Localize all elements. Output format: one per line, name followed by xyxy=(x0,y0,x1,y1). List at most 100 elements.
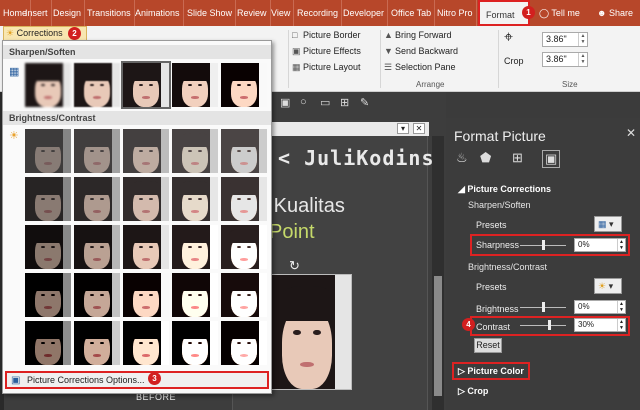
correction-thumbnail[interactable] xyxy=(172,273,218,317)
brightness-slider[interactable] xyxy=(520,302,566,312)
correction-thumbnail[interactable] xyxy=(74,177,120,221)
format-picture-pane: Format Picture ✕ ♨ ⬟ ⊞ ▣ ◢ Picture Corre… xyxy=(446,118,640,410)
correction-thumbnail[interactable] xyxy=(123,177,169,221)
picture-color-section[interactable]: ▷ Picture Color xyxy=(458,366,524,377)
pencil-icon[interactable]: ✎ xyxy=(360,96,369,109)
correction-thumbnail[interactable] xyxy=(172,129,218,173)
correction-thumbnail[interactable] xyxy=(25,273,71,317)
tab-recording[interactable]: Recording xyxy=(294,0,343,26)
slide-title-line-2[interactable]: Point xyxy=(269,221,315,244)
tell-me-box[interactable]: ◯ Tell me xyxy=(536,0,583,26)
correction-thumbnail[interactable] xyxy=(74,63,120,107)
sharpen-soften-header: Sharpen/Soften xyxy=(3,45,271,59)
correction-thumbnail[interactable] xyxy=(123,129,169,173)
tab-view[interactable]: View xyxy=(268,0,295,26)
correction-thumbnail[interactable] xyxy=(221,321,267,365)
correction-thumbnail[interactable] xyxy=(25,129,71,173)
correction-thumbnail[interactable] xyxy=(172,321,218,365)
width-input[interactable]: 3.86" ▲ ▼ xyxy=(542,52,588,67)
contrast-slider[interactable] xyxy=(520,320,566,330)
sharpness-input[interactable]: 0% ▲ ▼ xyxy=(574,238,626,252)
selected-picture[interactable] xyxy=(262,274,352,390)
brightness-input[interactable]: 0% ▲ ▼ xyxy=(574,300,626,314)
correction-thumbnail[interactable] xyxy=(25,321,71,365)
slider-knob[interactable] xyxy=(541,240,545,250)
vertical-scrollbar[interactable] xyxy=(432,136,444,410)
ribbon-separator xyxy=(288,30,289,88)
scrollbar-thumb[interactable] xyxy=(434,276,442,396)
tab-insert[interactable]: Insert xyxy=(22,0,52,26)
picture-corrections-options-item[interactable]: ▣ Picture Corrections Options... xyxy=(5,371,269,389)
correction-thumbnail[interactable] xyxy=(221,63,267,107)
bring-forward-button[interactable]: ▲ Bring Forward xyxy=(384,28,452,42)
pentagon-icon[interactable]: ⬟ xyxy=(480,150,491,166)
lasso-icon[interactable]: ○ xyxy=(300,96,307,108)
rotate-icon[interactable]: ↻ xyxy=(289,258,300,274)
tab-animations[interactable]: Animations xyxy=(132,0,184,26)
tell-me-label: Tell me xyxy=(551,8,580,18)
tab-transitions[interactable]: Transitions xyxy=(84,0,135,26)
crop-icon[interactable]: ⌖ xyxy=(504,28,513,48)
contrast-input[interactable]: 30% ▲ ▼ xyxy=(574,318,626,332)
tab-developer[interactable]: Developer xyxy=(340,0,389,26)
picture-corrections-section[interactable]: ◢ Picture Corrections xyxy=(458,184,551,195)
height-spinner[interactable]: ▲ ▼ xyxy=(578,33,587,46)
correction-thumbnail[interactable] xyxy=(123,273,169,317)
size-icon[interactable]: ⊞ xyxy=(512,150,523,166)
sharpen-presets-button[interactable]: ▦ ▾ xyxy=(594,216,622,232)
correction-thumbnail[interactable] xyxy=(121,61,171,109)
sharpness-spinner[interactable]: ▲ ▼ xyxy=(617,239,625,251)
correction-thumbnail[interactable] xyxy=(221,225,267,269)
send-backward-label: Send Backward xyxy=(395,46,459,56)
tab-nitro-pro[interactable]: Nitro Pro xyxy=(434,0,477,26)
correction-thumbnail[interactable] xyxy=(123,321,169,365)
share-button[interactable]: ☻ Share xyxy=(594,0,636,26)
pane-title: Format Picture xyxy=(454,128,546,144)
sharpness-value: 0% xyxy=(578,240,590,249)
crop-button[interactable]: Crop xyxy=(504,54,524,68)
tab-review[interactable]: Review xyxy=(234,0,271,26)
bring-forward-icon: ▲ xyxy=(384,30,393,40)
contrast-spinner[interactable]: ▲ ▼ xyxy=(617,319,625,331)
crop-section[interactable]: ▷ Crop xyxy=(458,386,488,397)
align-icon[interactable]: ▣ xyxy=(280,96,290,109)
correction-thumbnail[interactable] xyxy=(25,63,71,107)
correction-thumbnail[interactable] xyxy=(25,177,71,221)
slider-knob[interactable] xyxy=(547,320,551,330)
tab-design[interactable]: Design xyxy=(50,0,86,26)
picture-border-button[interactable]: □ Picture Border xyxy=(292,28,361,42)
tab-slide-show[interactable]: Slide Show xyxy=(184,0,237,26)
reset-button[interactable]: Reset xyxy=(474,338,502,353)
tab-office-tab[interactable]: Office Tab xyxy=(388,0,436,26)
paint-bucket-icon[interactable]: ♨ xyxy=(456,150,468,166)
correction-thumbnail[interactable] xyxy=(74,321,120,365)
dropdown-icon[interactable]: ▾ xyxy=(397,123,409,134)
selection-pane-button[interactable]: ☰ Selection Pane xyxy=(384,60,456,74)
correction-thumbnail[interactable] xyxy=(25,225,71,269)
slider-knob[interactable] xyxy=(541,302,545,312)
correction-thumbnail[interactable] xyxy=(221,129,267,173)
picture-layout-button[interactable]: ▦ Picture Layout xyxy=(292,60,361,74)
width-spinner[interactable]: ▲ ▼ xyxy=(578,53,587,66)
correction-thumbnail[interactable] xyxy=(74,129,120,173)
correction-thumbnail[interactable] xyxy=(74,225,120,269)
send-backward-button[interactable]: ▼ Send Backward xyxy=(384,44,458,58)
share-label: Share xyxy=(609,8,634,18)
correction-thumbnail[interactable] xyxy=(221,273,267,317)
brightness-presets-button[interactable]: ☀ ▾ xyxy=(594,278,622,294)
arrange-icon[interactable]: ⊞ xyxy=(340,96,349,109)
correction-thumbnail[interactable] xyxy=(172,177,218,221)
correction-thumbnail[interactable] xyxy=(172,63,218,107)
brightness-spinner[interactable]: ▲ ▼ xyxy=(617,301,625,313)
correction-thumbnail[interactable] xyxy=(123,225,169,269)
sharpness-slider[interactable] xyxy=(520,240,566,250)
picture-icon[interactable]: ▣ xyxy=(542,150,561,168)
correction-thumbnail[interactable] xyxy=(74,273,120,317)
shapes-icon[interactable]: ▭ xyxy=(320,96,330,109)
close-icon[interactable]: ✕ xyxy=(626,126,636,140)
correction-thumbnail[interactable] xyxy=(221,177,267,221)
height-input[interactable]: 3.86" ▲ ▼ xyxy=(542,32,588,47)
correction-thumbnail[interactable] xyxy=(172,225,218,269)
close-icon[interactable]: ✕ xyxy=(413,123,425,134)
picture-effects-button[interactable]: ▣ Picture Effects xyxy=(292,44,361,58)
